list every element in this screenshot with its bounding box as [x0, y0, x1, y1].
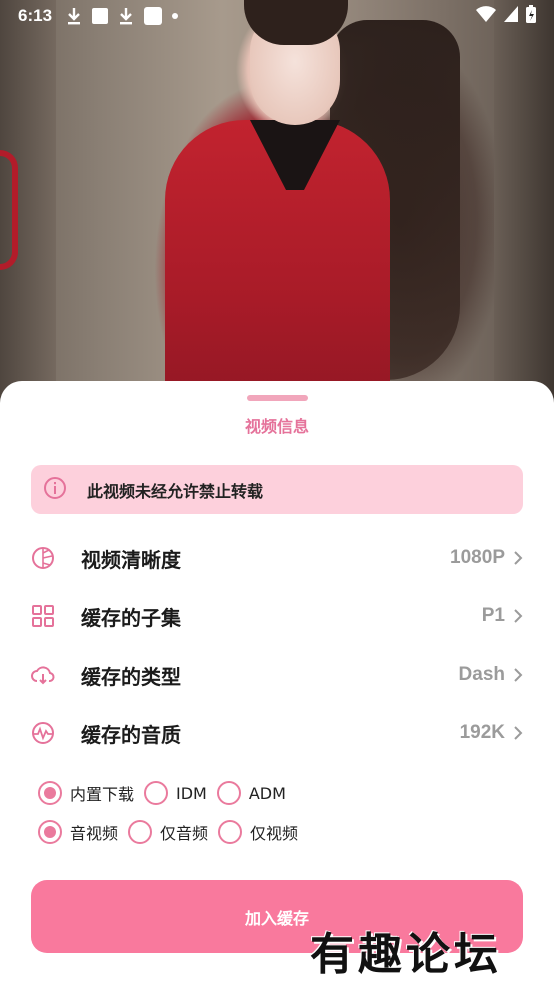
row-subset[interactable]: 缓存的子集 P1 [31, 596, 523, 636]
info-icon [43, 476, 67, 504]
chevron-right-icon [513, 608, 523, 624]
app-notification-icon [144, 7, 163, 25]
signal-icon [504, 6, 518, 26]
radio-circle-checked[interactable] [38, 820, 62, 844]
downloader-radio-group: 内置下载 IDM ADM [38, 780, 296, 806]
square-notification-icon [92, 8, 109, 24]
download-icon [66, 7, 82, 25]
row-value: 192K [459, 722, 505, 743]
radio-audio-only[interactable]: 仅音频 [128, 820, 208, 844]
status-time: 6:13 [18, 6, 53, 25]
row-value: Dash [458, 664, 505, 685]
radio-audio-video[interactable]: 音视频 [38, 820, 118, 844]
grid-icon [31, 604, 55, 628]
row-resolution[interactable]: 视频清晰度 1080P [31, 538, 523, 578]
radio-circle[interactable] [144, 781, 169, 805]
radio-builtin-download[interactable]: 内置下载 [38, 781, 134, 805]
row-label: 缓存的音质 [81, 722, 181, 747]
resolution-icon [31, 546, 55, 570]
dot-icon [172, 13, 179, 19]
notice-text: 此视频未经允许禁止转载 [87, 481, 264, 501]
radio-idm[interactable]: IDM [144, 781, 207, 805]
battery-icon [526, 5, 536, 27]
row-label: 缓存的子集 [81, 605, 181, 630]
content-radio-group: 音视频 仅音频 仅视频 [38, 819, 308, 845]
radio-circle[interactable] [128, 820, 153, 844]
chevron-right-icon [513, 725, 523, 741]
chevron-right-icon [513, 550, 523, 566]
download-icon [118, 7, 134, 25]
radio-video-only[interactable]: 仅视频 [218, 820, 298, 844]
video-info-sheet: 视频信息 此视频未经允许禁止转载 视频清晰度 1080P 缓存的子集 P1 缓存… [0, 381, 554, 985]
row-value: 1080P [450, 547, 505, 568]
radio-adm[interactable]: ADM [216, 781, 286, 805]
row-label: 视频清晰度 [81, 547, 181, 572]
radio-circle-checked[interactable] [38, 781, 62, 805]
radio-circle[interactable] [218, 820, 243, 844]
audio-wave-icon [31, 721, 55, 745]
video-cover-image [0, 0, 554, 420]
cloud-download-icon [31, 663, 55, 687]
radio-circle[interactable] [216, 781, 241, 805]
row-type[interactable]: 缓存的类型 Dash [31, 655, 523, 695]
row-audio-quality[interactable]: 缓存的音质 192K [31, 713, 523, 753]
wifi-icon [476, 6, 496, 26]
chevron-right-icon [513, 667, 523, 683]
status-bar: 6:13 [0, 0, 554, 32]
sheet-title: 视频信息 [244, 417, 309, 436]
sheet-drag-handle[interactable] [247, 395, 308, 401]
row-value: P1 [481, 605, 505, 626]
watermark-text: 有趣论坛 [310, 929, 502, 980]
row-label: 缓存的类型 [81, 664, 181, 689]
copyright-notice: 此视频未经允许禁止转载 [31, 465, 523, 514]
